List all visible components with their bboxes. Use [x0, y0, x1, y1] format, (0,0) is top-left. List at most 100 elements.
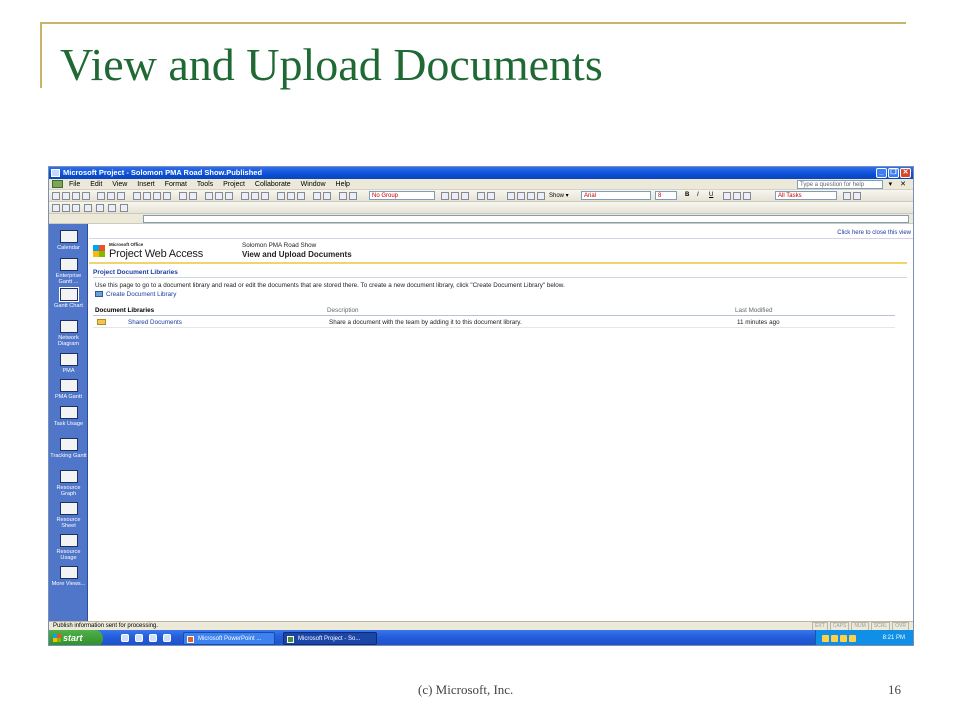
window-titlebar[interactable]: Microsoft Project - Solomon PMA Road Sho…: [49, 167, 913, 179]
toolbar-options-icon[interactable]: [120, 204, 128, 212]
open-icon[interactable]: [62, 192, 70, 200]
link-icon[interactable]: [205, 192, 213, 200]
menu-insert[interactable]: Insert: [137, 179, 155, 190]
column-header-modified[interactable]: Last Modified: [735, 307, 772, 314]
view-resource-usage[interactable]: Resource Usage: [49, 534, 88, 561]
info-icon[interactable]: [108, 204, 116, 212]
copy-image-icon[interactable]: [477, 192, 485, 200]
menu-format[interactable]: Format: [165, 179, 187, 190]
web-icon[interactable]: [52, 204, 60, 212]
view-pma-gantt[interactable]: PMA Gantt: [49, 379, 88, 400]
redo-icon[interactable]: [189, 192, 197, 200]
network-icon[interactable]: [822, 635, 829, 642]
align-center-icon[interactable]: [733, 192, 741, 200]
font-size-select[interactable]: 8: [655, 191, 677, 200]
spelling-icon[interactable]: [117, 192, 125, 200]
task-info-icon[interactable]: [241, 192, 249, 200]
notes-icon[interactable]: [251, 192, 259, 200]
volume-icon[interactable]: [831, 635, 838, 642]
view-network-diagram[interactable]: Network Diagram: [49, 320, 88, 347]
workgroup-icon[interactable]: [96, 204, 104, 212]
zoom-out-icon[interactable]: [451, 192, 459, 200]
arrows-icon[interactable]: [84, 204, 92, 212]
outlook-icon[interactable]: [149, 634, 157, 642]
split-icon[interactable]: [225, 192, 233, 200]
minimize-button[interactable]: _: [876, 168, 887, 178]
autofilter-icon[interactable]: [843, 192, 851, 200]
new-icon[interactable]: [52, 192, 60, 200]
view-resource-sheet[interactable]: Resource Sheet: [49, 502, 88, 529]
show-dropdown[interactable]: Show ▾: [549, 192, 569, 199]
view-resource-graph[interactable]: Resource Graph: [49, 470, 88, 497]
format-painter-icon[interactable]: [163, 192, 171, 200]
tracking-icon[interactable]: [62, 204, 70, 212]
column-header-libraries[interactable]: Document Libraries: [95, 307, 154, 314]
preview-icon[interactable]: [107, 192, 115, 200]
view-calendar[interactable]: Calendar: [49, 230, 88, 251]
chart-icon[interactable]: [313, 192, 321, 200]
restore-button[interactable]: ❐: [888, 168, 899, 178]
view-gantt-chart[interactable]: Gantt Chart: [49, 287, 88, 309]
save-icon[interactable]: [72, 192, 80, 200]
indent-icon[interactable]: [517, 192, 525, 200]
hyperlink-icon[interactable]: [277, 192, 285, 200]
outdent-icon[interactable]: [507, 192, 515, 200]
update-tray-icon[interactable]: [849, 635, 856, 642]
zoom-in-icon[interactable]: [441, 192, 449, 200]
menu-help[interactable]: Help: [336, 179, 350, 190]
view-tracking-gantt[interactable]: Tracking Gantt: [49, 438, 88, 459]
address-input[interactable]: [143, 215, 909, 223]
help-search-input[interactable]: Type a question for help: [797, 180, 883, 189]
filter-select[interactable]: All Tasks: [775, 191, 837, 200]
menu-collaborate[interactable]: Collaborate: [255, 179, 291, 190]
view-more-views[interactable]: More Views...: [49, 566, 88, 587]
column-header-description[interactable]: Description: [327, 307, 359, 314]
undo-icon[interactable]: [179, 192, 187, 200]
share-icon[interactable]: [297, 192, 305, 200]
unlink-icon[interactable]: [215, 192, 223, 200]
menu-window[interactable]: Window: [301, 179, 326, 190]
italic-button[interactable]: I: [697, 192, 699, 198]
view-pma[interactable]: PMA: [49, 353, 88, 374]
resource-icon[interactable]: [349, 192, 357, 200]
underline-button[interactable]: U: [709, 192, 713, 198]
menu-file[interactable]: File: [69, 179, 80, 190]
library-link[interactable]: Shared Documents: [128, 319, 182, 326]
print-icon[interactable]: [97, 192, 105, 200]
group-select[interactable]: No Group: [369, 191, 435, 200]
assign-icon[interactable]: [261, 192, 269, 200]
bold-button[interactable]: B: [685, 192, 689, 198]
menu-tools[interactable]: Tools: [197, 179, 213, 190]
menu-project[interactable]: Project: [223, 179, 245, 190]
view-enterprise-gantt[interactable]: Enterprise Gantt ...: [49, 258, 88, 285]
help-icon[interactable]: [487, 192, 495, 200]
show-subtasks-icon[interactable]: [527, 192, 535, 200]
task-list-icon[interactable]: [323, 192, 331, 200]
document-window-controls[interactable]: ▾ ✕: [889, 179, 909, 190]
quicklaunch-more-icon[interactable]: [163, 634, 171, 642]
paste-icon[interactable]: [153, 192, 161, 200]
publish-icon[interactable]: [82, 192, 90, 200]
view-task-usage[interactable]: Task Usage: [49, 406, 88, 427]
taskbar-project[interactable]: Microsoft Project - So...: [283, 632, 377, 645]
align-left-icon[interactable]: [723, 192, 731, 200]
build-team-icon[interactable]: [339, 192, 347, 200]
copy-icon[interactable]: [143, 192, 151, 200]
security-icon[interactable]: [840, 635, 847, 642]
internet-explorer-icon[interactable]: [135, 634, 143, 642]
cut-icon[interactable]: [133, 192, 141, 200]
gantt-wizard-icon[interactable]: [853, 192, 861, 200]
font-select[interactable]: Arial: [581, 191, 651, 200]
goto-task-icon[interactable]: [461, 192, 469, 200]
update-icon[interactable]: [72, 204, 80, 212]
clock[interactable]: 8:21 PM: [883, 630, 905, 645]
close-view-link[interactable]: Click here to close this view: [837, 230, 911, 236]
menu-edit[interactable]: Edit: [90, 179, 102, 190]
show-desktop-icon[interactable]: [121, 634, 129, 642]
start-button[interactable]: start: [49, 630, 103, 645]
hide-subtasks-icon[interactable]: [537, 192, 545, 200]
document-icon[interactable]: [52, 180, 63, 188]
create-library-link[interactable]: Create Document Library: [95, 291, 176, 298]
align-right-icon[interactable]: [743, 192, 751, 200]
copy-picture-icon[interactable]: [287, 192, 295, 200]
